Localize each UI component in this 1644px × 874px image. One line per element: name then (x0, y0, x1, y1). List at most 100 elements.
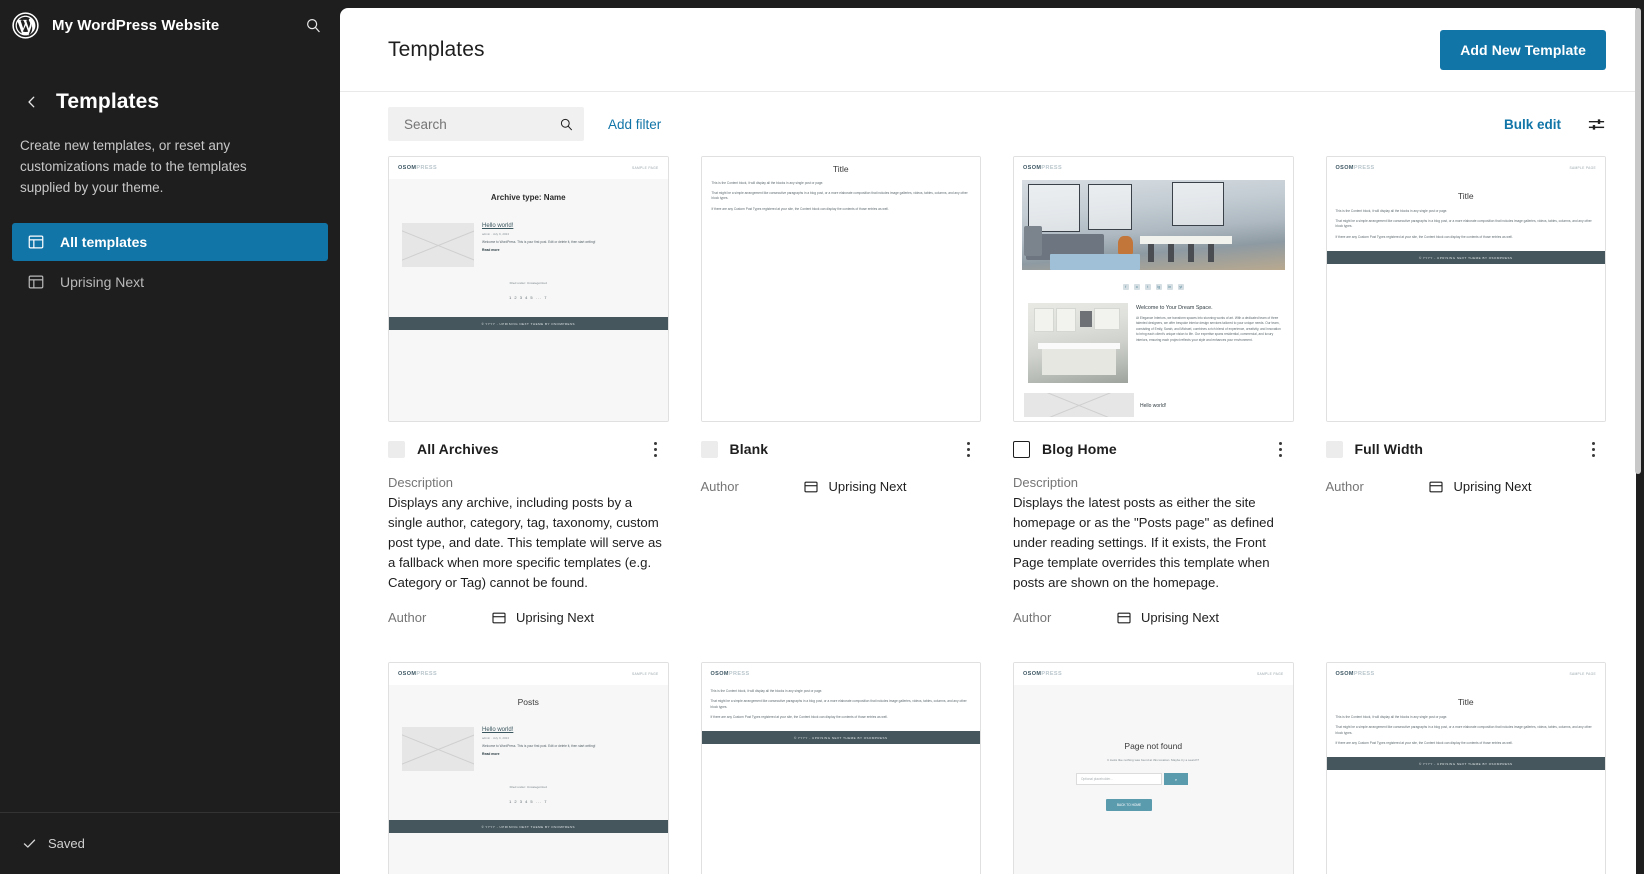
preview-footer: © YYYY - UPRISING NEXT THEME BY OSOMPRES… (701, 731, 980, 745)
chevron-left-icon[interactable] (22, 92, 42, 112)
sidebar-item-all-templates[interactable]: All templates (12, 222, 328, 261)
preview-search-button[interactable]: ⌕ (1164, 773, 1188, 786)
checkbox-unchecked-icon[interactable] (1013, 440, 1030, 458)
preview-content-p2: That might be a simple arrangement like … (1335, 219, 1592, 229)
template-card: OSOMPRESS SAMPLE PAGE Posts Hello world!… (388, 662, 669, 874)
template-card: OSOMPRESS SAMPLE PAGE Page not found It … (1013, 662, 1294, 874)
preview-content-p2: That might be a simple arrangement like … (710, 699, 967, 709)
app-root: My WordPress Website Templates Create ne… (0, 0, 1644, 874)
template-card-head: Blog Home (1013, 436, 1294, 462)
preview-filed-under: Filed under: Uncategorized (509, 281, 547, 285)
template-preview-blank[interactable]: Title This is the Content block, it will… (700, 156, 981, 422)
preview-brand: OSOMPRESS (1335, 165, 1375, 171)
template-card-head: All Archives (388, 436, 669, 462)
template-preview-title-content[interactable]: OSOMPRESS SAMPLE PAGE Title This is the … (1325, 662, 1606, 874)
template-preview-full-width[interactable]: OSOMPRESS SAMPLE PAGE Title This is the … (1325, 156, 1606, 422)
author-label: Author (1013, 610, 1052, 626)
preview-title-heading: Title (1457, 697, 1474, 708)
preview-brand: OSOMPRESS (710, 671, 750, 678)
preview-title-heading: Title (832, 164, 849, 174)
vertical-scrollbar[interactable] (1634, 8, 1642, 874)
preview-content-p3: If there are any Custom Post Types regis… (1335, 741, 1513, 746)
author-label: Author (1325, 479, 1364, 494)
search-box[interactable] (388, 107, 584, 141)
preview-footer: © YYYY - UPRISING NEXT THEME BY OSOMPRES… (1326, 757, 1605, 771)
preview-not-found-body: It looks like nothing was found at this … (1107, 758, 1200, 763)
search-input[interactable] (402, 115, 553, 133)
toolbar-left: Add filter (388, 107, 661, 141)
preview-read-more: Read more (482, 248, 500, 252)
add-filter-button[interactable]: Add filter (608, 117, 661, 132)
preview-hero-photo (1022, 180, 1285, 270)
preview-pager: 1 2 3 4 5 ... 7 (509, 799, 548, 805)
template-preview-content-short[interactable]: OSOMPRESS This is the Content block, it … (700, 662, 981, 874)
author-value: Uprising Next (803, 478, 907, 495)
template-preview-all-archives[interactable]: OSOMPRESS SAMPLE PAGE Archive type: Name… (388, 156, 669, 422)
main-wrapper: Templates Add New Template Add fi (340, 0, 1644, 874)
more-options-icon[interactable] (645, 436, 667, 462)
template-card: OSOMPRESS SAMPLE PAGE Title This is the … (1325, 662, 1606, 874)
site-bar: My WordPress Website (0, 0, 340, 50)
preview-footer: © YYYY - UPRISING NEXT THEME BY OSOMPRES… (1326, 251, 1605, 264)
template-title: All Archives (417, 441, 499, 457)
author-value: Uprising Next (1428, 478, 1532, 495)
wordpress-logo-icon[interactable] (10, 10, 40, 40)
template-card-head: Full Width (1325, 436, 1607, 462)
author-name: Uprising Next (828, 479, 907, 494)
preview-content-p3: If there are any Custom Post Types regis… (710, 715, 888, 720)
preview-image-placeholder (402, 223, 474, 267)
template-preview-blog-home[interactable]: OSOMPRESS f o t ig in yt Welcome to Your… (1013, 156, 1294, 422)
check-icon (22, 836, 37, 851)
bulk-edit-button[interactable]: Bulk edit (1504, 117, 1561, 132)
template-description: Displays the latest posts as either the … (1013, 495, 1274, 591)
sliders-icon[interactable] (1587, 115, 1606, 134)
preview-menu: SAMPLE PAGE (1569, 166, 1596, 170)
sidebar-item-uprising-next[interactable]: Uprising Next (12, 263, 328, 301)
save-status: Saved (48, 836, 85, 851)
more-options-icon[interactable] (1270, 436, 1292, 462)
checkbox-unchecked-icon[interactable] (388, 440, 405, 458)
page-title: Templates (388, 37, 485, 61)
preview-content-p1: This is the Content block, it will displ… (1335, 715, 1448, 720)
template-card-head: Blank (700, 436, 982, 462)
search-icon[interactable] (300, 12, 326, 38)
preview-footer: © YYYY - UPRISING NEXT THEME BY OSOMPRES… (389, 820, 668, 834)
template-card: OSOMPRESS This is the Content block, it … (700, 662, 981, 874)
add-new-template-button[interactable]: Add New Template (1440, 29, 1606, 70)
preview-post-title: Hello world! (482, 727, 514, 734)
preview-brand: OSOMPRESS (1023, 671, 1063, 678)
sidebar-panel-description: Create new templates, or reset any custo… (20, 138, 247, 195)
template-preview-404[interactable]: OSOMPRESS SAMPLE PAGE Page not found It … (1013, 662, 1294, 874)
templates-grid: OSOMPRESS SAMPLE PAGE Archive type: Name… (388, 156, 1606, 874)
checkbox-unchecked-icon[interactable] (700, 440, 718, 458)
preview-post-meta: admin · July 9, 2024 (482, 232, 510, 236)
template-title: Blank (729, 441, 769, 457)
checkbox-unchecked-icon[interactable] (1325, 440, 1343, 458)
layout-template-icon (26, 232, 46, 252)
author-label: Author (388, 610, 427, 626)
template-preview-posts[interactable]: OSOMPRESS SAMPLE PAGE Posts Hello world!… (388, 662, 669, 874)
more-options-icon[interactable] (957, 436, 979, 462)
main-header: Templates Add New Template (340, 8, 1636, 92)
theme-icon (1115, 609, 1132, 626)
preview-content-p1: This is the Content block, it will displ… (1335, 209, 1448, 213)
preview-post-title: Hello world! (482, 223, 514, 229)
preview-hello-caption: Hello world! (1140, 403, 1167, 409)
theme-icon (803, 478, 820, 495)
preview-content-p3: If there are any Custom Post Types regis… (711, 207, 889, 211)
preview-pager: 1 2 3 4 5 ... 7 (509, 295, 548, 300)
preview-post-excerpt: Welcome to WordPress. This is your first… (482, 744, 596, 749)
preview-menu: SAMPLE PAGE (631, 672, 659, 677)
templates-grid-scroll[interactable]: OSOMPRESS SAMPLE PAGE Archive type: Name… (340, 156, 1636, 874)
preview-search-input[interactable]: Optional placeholder… (1076, 773, 1162, 786)
preview-back-home-button[interactable]: BACK TO HOME (1106, 799, 1152, 812)
toolbar-right: Bulk edit (1504, 115, 1606, 134)
scrollbar-thumb[interactable] (1635, 8, 1641, 474)
more-options-icon[interactable] (1582, 436, 1604, 462)
preview-image-placeholder (402, 727, 474, 772)
preview-title-heading: Title (1457, 191, 1474, 201)
search-icon[interactable] (559, 117, 574, 132)
preview-posts-heading: Posts (517, 697, 539, 708)
preview-content-p1: This is the Content block, it will displ… (711, 181, 824, 185)
theme-icon (1428, 478, 1445, 495)
